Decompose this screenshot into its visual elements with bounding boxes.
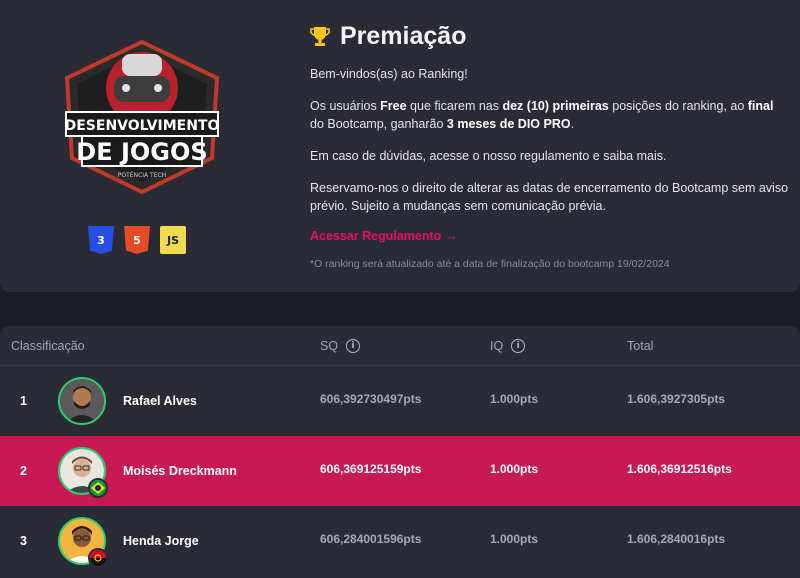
tech-icons: 3 5 JS — [88, 226, 186, 254]
header-total: Total — [627, 339, 654, 353]
header-rank: Classificação — [11, 339, 85, 353]
user-name[interactable]: Rafael Alves — [123, 394, 197, 408]
bootcamp-logo: DESENVOLVIMENTO DE JOGOS POTÊNCIA TECH — [52, 30, 232, 200]
user-name[interactable]: Henda Jorge — [123, 534, 199, 548]
logo-line2: DE JOGOS — [76, 138, 207, 166]
award-rules-text: Os usuários Free que ficarem nas dez (10… — [310, 99, 774, 131]
rank-number: 1 — [20, 394, 27, 408]
rank-number: 2 — [20, 464, 27, 478]
header-iq: IQ i — [490, 339, 526, 353]
ranking-table: Classificação SQ i IQ i Total 1 Rafael Alv… — [0, 326, 800, 578]
award-card: DESENVOLVIMENTO DE JOGOS POTÊNCIA TECH 3… — [0, 0, 800, 292]
sq-score: 606,284001596pts — [320, 532, 422, 546]
regulation-link-label: Acessar Regulamento — [310, 229, 442, 243]
rank-number: 3 — [20, 534, 27, 548]
trophy-icon — [310, 26, 330, 46]
disclaimer-text: Reservamo-nos o direito de alterar as da… — [310, 181, 789, 213]
arrow-right-icon: → — [445, 229, 458, 243]
js-icon: JS — [160, 226, 186, 254]
info-icon[interactable]: i — [346, 339, 361, 353]
css3-icon: 3 — [88, 226, 114, 254]
logo-badge: POTÊNCIA TECH — [118, 171, 166, 179]
table-row[interactable]: 3 Henda Jorge 606,284001596pts 1.000pts … — [0, 506, 800, 576]
logo-line1: DESENVOLVIMENTO — [65, 118, 220, 134]
award-info: Premiação Bem-vindos(as) ao Ranking! Os … — [310, 22, 790, 270]
sq-score: 606,392730497pts — [320, 392, 422, 406]
html5-icon: 5 — [124, 226, 150, 254]
avatar[interactable] — [58, 377, 106, 425]
ranking-note: *O ranking será atualizado até a data de… — [310, 258, 670, 270]
total-score: 1.606,36912516pts — [627, 462, 732, 476]
info-icon[interactable]: i — [511, 339, 526, 353]
sq-score: 606,369125159pts — [320, 462, 422, 476]
brazil-flag-icon — [88, 478, 108, 498]
table-row[interactable]: 2 Moisés Dreckmann 606,369125159pts 1.00… — [0, 436, 800, 506]
total-score: 1.606,2840016pts — [627, 532, 726, 546]
doubts-text: Em caso de dúvidas, acesse o nosso regul… — [310, 149, 667, 163]
welcome-text: Bem-vindos(as) ao Ranking! — [310, 67, 468, 81]
user-name[interactable]: Moisés Dreckmann — [123, 464, 237, 478]
header-sq: SQ i — [320, 339, 361, 353]
regulation-link[interactable]: Acessar Regulamento → — [310, 229, 458, 243]
angola-flag-icon — [88, 548, 108, 568]
table-header: Classificação SQ i IQ i Total — [0, 326, 800, 366]
iq-score: 1.000pts — [490, 532, 539, 546]
total-score: 1.606,3927305pts — [627, 392, 726, 406]
table-row[interactable]: 1 Rafael Alves 606,392730497pts 1.000pts… — [0, 366, 800, 436]
iq-score: 1.000pts — [490, 462, 539, 476]
iq-score: 1.000pts — [490, 392, 539, 406]
award-title: Premiação — [340, 22, 467, 50]
